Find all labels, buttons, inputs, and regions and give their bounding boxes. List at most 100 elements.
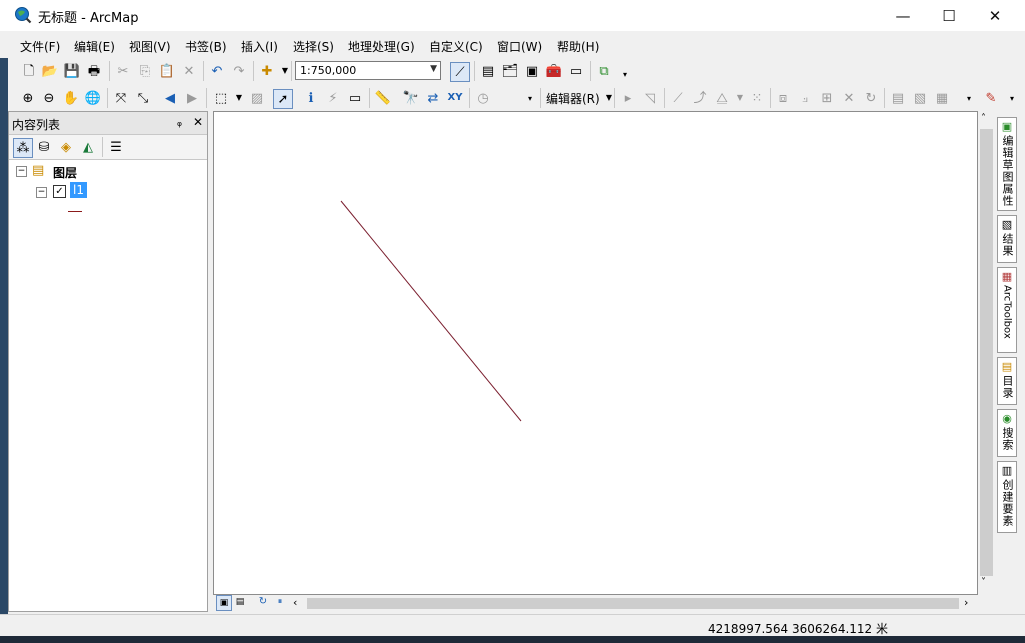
fixed-zoom-out-icon[interactable]: ⤡ bbox=[134, 89, 152, 107]
arctoolbox-icon[interactable]: 🧰 bbox=[545, 62, 563, 80]
cut-polygons-icon[interactable]: ⊞ bbox=[818, 89, 836, 107]
toolbar-options-icon[interactable]: ▾ bbox=[616, 66, 634, 84]
edit-tool-icon[interactable]: ▸ bbox=[619, 89, 637, 107]
zoom-in-icon[interactable]: ⊕ bbox=[19, 89, 37, 107]
horizontal-scroll-thumb[interactable] bbox=[307, 598, 959, 609]
line-feature[interactable] bbox=[340, 200, 522, 422]
search-window-icon[interactable]: ▣ bbox=[523, 62, 541, 80]
menu-view[interactable]: 视图(V) bbox=[129, 38, 171, 55]
open-folder-icon[interactable]: 📂 bbox=[41, 62, 59, 80]
menu-customize[interactable]: 自定义(C) bbox=[429, 38, 483, 55]
draw-tool-icon[interactable]: ✎ bbox=[982, 89, 1000, 107]
full-extent-globe-icon[interactable]: 🌐 bbox=[84, 89, 102, 107]
tab-create-features[interactable]: ▥ 创建要素 bbox=[997, 461, 1017, 533]
tab-results[interactable]: ▧ 结果 bbox=[997, 215, 1017, 263]
cut-icon[interactable]: ✂ bbox=[114, 62, 132, 80]
menu-edit[interactable]: 编辑(E) bbox=[74, 38, 115, 55]
fixed-zoom-in-icon[interactable]: ⤧ bbox=[112, 89, 130, 107]
map-display[interactable] bbox=[213, 111, 978, 595]
create-features-icon[interactable]: ▦ bbox=[933, 89, 951, 107]
map-scale-combobox[interactable]: 1:750,000 ▼ bbox=[295, 61, 441, 80]
straight-segment-icon[interactable]: ⟋ bbox=[669, 89, 687, 107]
menu-help[interactable]: 帮助(H) bbox=[557, 38, 599, 55]
toolbar-options-icon[interactable]: ▾ bbox=[1003, 90, 1021, 108]
list-by-drawing-order-icon[interactable]: ⁂ bbox=[13, 138, 33, 158]
attributes-icon[interactable]: ▤ bbox=[889, 89, 907, 107]
print-icon[interactable]: 🖶 bbox=[85, 62, 103, 80]
close-window-button[interactable]: ✕ bbox=[972, 0, 1018, 31]
line-symbol-swatch[interactable] bbox=[68, 211, 82, 212]
editor-menu[interactable]: 编辑器(R) bbox=[546, 90, 600, 107]
editor-dropdown-icon[interactable]: ▼ bbox=[600, 89, 618, 107]
layer-name[interactable]: l1 bbox=[70, 182, 87, 198]
measure-icon[interactable]: 📏 bbox=[374, 89, 392, 107]
close-icon[interactable]: ✕ bbox=[193, 115, 203, 129]
scroll-left-icon[interactable]: ‹ bbox=[293, 596, 297, 609]
menu-bookmarks[interactable]: 书签(B) bbox=[185, 38, 227, 55]
hyperlink-icon[interactable]: ⚡ bbox=[324, 89, 342, 107]
toc-options-icon[interactable]: ☰ bbox=[107, 138, 125, 156]
find-route-icon[interactable]: ⇄ bbox=[424, 89, 442, 107]
edit-vertices-icon[interactable]: ⧈ bbox=[774, 89, 792, 107]
editor-toolbar-icon[interactable]: ⟋ bbox=[450, 62, 470, 82]
go-to-xy-icon[interactable]: XY bbox=[446, 89, 464, 107]
menu-file[interactable]: 文件(F) bbox=[20, 38, 60, 55]
list-by-source-icon[interactable]: ⛁ bbox=[35, 138, 53, 156]
tab-catalog[interactable]: ▤ 目录 bbox=[997, 357, 1017, 405]
data-view-icon[interactable]: ▣ bbox=[216, 595, 232, 611]
find-binoculars-icon[interactable]: 🔭 bbox=[402, 89, 420, 107]
delete-icon[interactable]: ✕ bbox=[180, 62, 198, 80]
menu-selection[interactable]: 选择(S) bbox=[293, 38, 334, 55]
sketch-properties-icon[interactable]: ▧ bbox=[911, 89, 929, 107]
clear-selection-icon[interactable]: ▨ bbox=[248, 89, 266, 107]
select-dropdown-icon[interactable]: ▼ bbox=[230, 89, 248, 107]
python-window-icon[interactable]: ▭ bbox=[567, 62, 585, 80]
undo-icon[interactable]: ↶ bbox=[208, 62, 226, 80]
back-extent-icon[interactable]: ◀ bbox=[161, 89, 179, 107]
identify-icon[interactable]: ℹ bbox=[302, 89, 320, 107]
scroll-right-icon[interactable]: › bbox=[964, 596, 968, 609]
reshape-feature-icon[interactable]: ⟓ bbox=[796, 89, 814, 107]
menu-insert[interactable]: 插入(I) bbox=[241, 38, 278, 55]
edit-annotation-icon[interactable]: ◹ bbox=[641, 89, 659, 107]
new-document-icon[interactable]: 🗋 bbox=[20, 62, 38, 80]
construction-tools-icon[interactable]: ⧋ bbox=[713, 89, 731, 107]
pin-icon[interactable]: ᵩ bbox=[177, 115, 182, 129]
copy-icon[interactable]: ⎘ bbox=[136, 62, 154, 80]
end-point-arc-icon[interactable]: ⤴ bbox=[691, 89, 709, 107]
maximize-button[interactable]: ☐ bbox=[926, 0, 972, 31]
rotate-tool-icon[interactable]: ↻ bbox=[862, 89, 880, 107]
select-features-icon[interactable]: ⬚ bbox=[212, 89, 230, 107]
pause-drawing-icon[interactable]: ⏸ bbox=[273, 595, 287, 609]
layout-view-icon[interactable]: ▤ bbox=[233, 595, 247, 609]
construction-dropdown-icon[interactable]: ▼ bbox=[731, 89, 749, 107]
scroll-down-icon[interactable]: ˅ bbox=[981, 577, 986, 588]
tab-arctoolbox[interactable]: ▦ ArcToolbox bbox=[997, 267, 1017, 353]
menu-windows[interactable]: 窗口(W) bbox=[497, 38, 542, 55]
tab-search[interactable]: ◉ 搜索 bbox=[997, 409, 1017, 457]
chevron-down-icon[interactable]: ▼ bbox=[430, 64, 437, 74]
scroll-up-icon[interactable]: ˄ bbox=[981, 113, 986, 124]
pan-hand-icon[interactable]: ✋ bbox=[62, 89, 80, 107]
list-by-visibility-icon[interactable]: ◈ bbox=[57, 138, 75, 156]
add-data-icon[interactable]: ✚ bbox=[258, 62, 276, 80]
data-frame-name[interactable]: 图层 bbox=[53, 164, 77, 181]
time-slider-icon[interactable]: ◷ bbox=[474, 89, 492, 107]
paste-icon[interactable]: 📋 bbox=[158, 62, 176, 80]
split-tool-icon[interactable]: ✕ bbox=[840, 89, 858, 107]
vertical-scroll-thumb[interactable] bbox=[980, 129, 993, 576]
tab-edit-sketch-properties[interactable]: ▣ 编辑草图属性 bbox=[997, 117, 1017, 211]
zoom-out-icon[interactable]: ⊖ bbox=[40, 89, 58, 107]
model-builder-icon[interactable]: ⧉ bbox=[595, 62, 613, 80]
map-canvas[interactable] bbox=[214, 112, 977, 594]
table-of-contents-icon[interactable]: ▤ bbox=[479, 62, 497, 80]
layer-visibility-checkbox[interactable]: ✓ bbox=[53, 185, 66, 198]
html-popup-icon[interactable]: ▭ bbox=[346, 89, 364, 107]
minimize-button[interactable]: — bbox=[880, 0, 926, 31]
menu-geoprocessing[interactable]: 地理处理(G) bbox=[348, 38, 415, 55]
list-by-selection-icon[interactable]: ◭ bbox=[79, 138, 97, 156]
redo-icon[interactable]: ↷ bbox=[230, 62, 248, 80]
toolbar-options-icon[interactable]: ▾ bbox=[960, 90, 978, 108]
forward-extent-icon[interactable]: ▶ bbox=[183, 89, 201, 107]
refresh-icon[interactable]: ↻ bbox=[256, 595, 270, 609]
